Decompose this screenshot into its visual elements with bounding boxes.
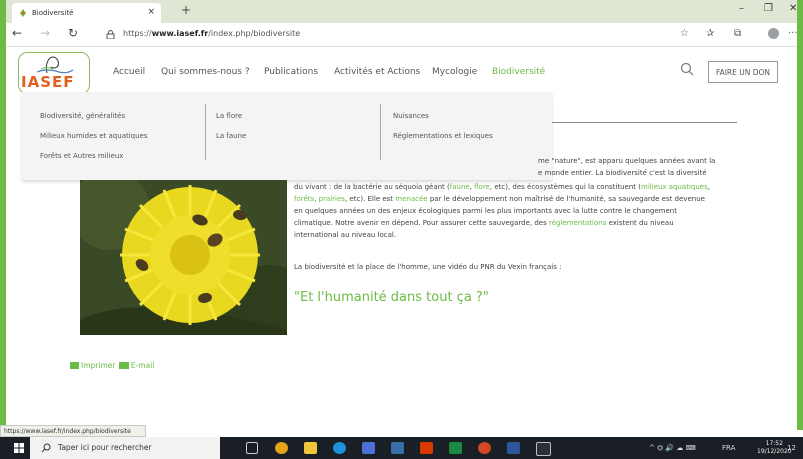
url-text[interactable]: https://www.iasef.fr/index.php/biodivers… xyxy=(123,29,300,38)
donate-button[interactable]: FAIRE UN DON xyxy=(708,61,778,83)
close-window-button[interactable]: ✕ xyxy=(789,3,797,14)
biodiversite-dropdown: Biodiversité, généralités Milieux humide… xyxy=(22,92,552,180)
menu-accueil[interactable]: Accueil xyxy=(113,67,145,77)
site-logo[interactable]: IASEF xyxy=(18,52,90,94)
favorites-bar-icon[interactable]: ✰ xyxy=(706,28,714,39)
task-view-icon[interactable] xyxy=(246,442,258,454)
new-tab-button[interactable]: + xyxy=(181,3,191,17)
link-prairies[interactable]: prairies xyxy=(319,195,345,203)
dropdown-separator xyxy=(205,104,206,160)
dropdown-item-nuisances[interactable]: Nuisances xyxy=(393,112,429,120)
edge-taskbar-icon[interactable] xyxy=(333,442,346,454)
video-title-link[interactable]: "Et l'humanité dans tout ça ?" xyxy=(294,290,489,305)
address-bar-row: ← → ↻ https://www.iasef.fr/index.php/bio… xyxy=(6,23,798,47)
notification-center-icon[interactable]: 12 xyxy=(787,444,796,452)
print-link[interactable]: Imprimer xyxy=(81,361,115,370)
dropdown-item-generalites[interactable]: Biodiversité, généralités xyxy=(40,112,125,120)
dropdown-item-faune[interactable]: La faune xyxy=(216,132,246,140)
search-icon[interactable] xyxy=(680,62,694,76)
excel-taskbar-icon[interactable] xyxy=(449,442,462,454)
menu-publications[interactable]: Publications xyxy=(264,67,318,77)
logo-text: IASEF xyxy=(21,73,75,91)
dropdown-separator xyxy=(380,104,381,160)
tab-close-icon[interactable]: × xyxy=(147,7,155,17)
taskbar-search-box[interactable]: Taper ici pour rechercher xyxy=(30,437,220,459)
system-tray-icons[interactable]: ^ ⏣ 🔊 ☁ ⌨ xyxy=(649,444,696,452)
dandelion-image xyxy=(80,180,287,335)
status-url: https://www.iasef.fr/index.php/biodivers… xyxy=(0,425,146,437)
dropdown-item-milieux-humides[interactable]: Milieux humides et aquatiques xyxy=(40,132,148,140)
dropdown-item-reglementations[interactable]: Réglementations et lexiques xyxy=(393,132,493,140)
email-icon[interactable] xyxy=(118,362,129,369)
menu-qui-sommes-nous[interactable]: Qui sommes-nous ? xyxy=(161,67,250,77)
favorite-star-icon[interactable]: ☆ xyxy=(680,28,689,39)
link-milieux-aquatiques[interactable]: milieux aquatiques xyxy=(641,183,708,191)
forward-button[interactable]: → xyxy=(40,26,50,40)
taskbar-search-placeholder: Taper ici pour rechercher xyxy=(58,443,152,452)
menu-mycologie[interactable]: Mycologie xyxy=(432,67,477,77)
logo-figure-icon xyxy=(36,56,74,74)
print-email-links: Imprimer E-mail xyxy=(70,361,154,370)
link-menacee[interactable]: menacée xyxy=(395,195,427,203)
office-taskbar-icon[interactable] xyxy=(420,442,433,454)
app-taskbar-icon[interactable] xyxy=(391,442,404,454)
article-text-fragment: me "nature", est apparu quelques années … xyxy=(538,157,716,165)
powerpoint-taskbar-icon[interactable] xyxy=(478,442,491,454)
profile-avatar[interactable] xyxy=(768,28,779,39)
link-flore[interactable]: flore xyxy=(474,183,490,191)
tab-title: Biodiversité xyxy=(32,9,74,17)
file-explorer-icon[interactable] xyxy=(304,442,317,454)
desktop-edge-right xyxy=(797,0,803,430)
link-faune[interactable]: faune xyxy=(450,183,470,191)
link-forets[interactable]: forêts xyxy=(294,195,314,203)
refresh-button[interactable]: ↻ xyxy=(68,26,78,40)
print-icon[interactable] xyxy=(70,362,79,369)
minimize-button[interactable]: – xyxy=(739,3,744,14)
chrome-taskbar-icon[interactable] xyxy=(275,442,288,454)
more-menu-icon[interactable]: ··· xyxy=(788,28,798,39)
title-divider xyxy=(552,122,737,123)
back-button[interactable]: ← xyxy=(12,26,22,40)
windows-start-icon[interactable] xyxy=(14,443,24,453)
app-taskbar-icon[interactable] xyxy=(362,442,375,454)
lock-icon xyxy=(106,30,115,39)
dandelion-photo xyxy=(80,180,287,335)
dropdown-item-flore[interactable]: La flore xyxy=(216,112,242,120)
video-caption: La biodiversité et la place de l'homme, … xyxy=(294,263,562,271)
favicon-icon xyxy=(20,9,26,17)
link-reglementations[interactable]: réglementations xyxy=(549,219,606,227)
menu-activites[interactable]: Activités et Actions xyxy=(334,67,420,77)
windows-taskbar: Taper ici pour rechercher ^ ⏣ 🔊 ☁ ⌨ FRA … xyxy=(0,437,803,459)
dropdown-item-forets[interactable]: Forêts et Autres milieux xyxy=(40,152,123,160)
app-taskbar-icon[interactable] xyxy=(536,442,551,456)
word-taskbar-icon[interactable] xyxy=(507,442,520,454)
maximize-button[interactable]: ❐ xyxy=(764,3,773,14)
email-link[interactable]: E-mail xyxy=(131,361,155,370)
article-paragraph: du vivant : de la bactérie au séquoia gé… xyxy=(294,183,710,239)
language-indicator[interactable]: FRA xyxy=(722,444,735,452)
web-page: IASEF Accueil Qui sommes-nous ? Publicat… xyxy=(6,47,797,425)
taskbar-search-icon xyxy=(41,443,51,453)
article-text-fragment: e monde entier. La biodiversité c'est la… xyxy=(538,169,707,177)
browser-tab[interactable]: Biodiversité × xyxy=(12,3,161,23)
browser-titlebar: Biodiversité × + – ❐ ✕ xyxy=(6,0,797,23)
collections-icon[interactable]: ⧉ xyxy=(734,28,741,39)
menu-biodiversite[interactable]: Biodiversité xyxy=(492,67,545,77)
